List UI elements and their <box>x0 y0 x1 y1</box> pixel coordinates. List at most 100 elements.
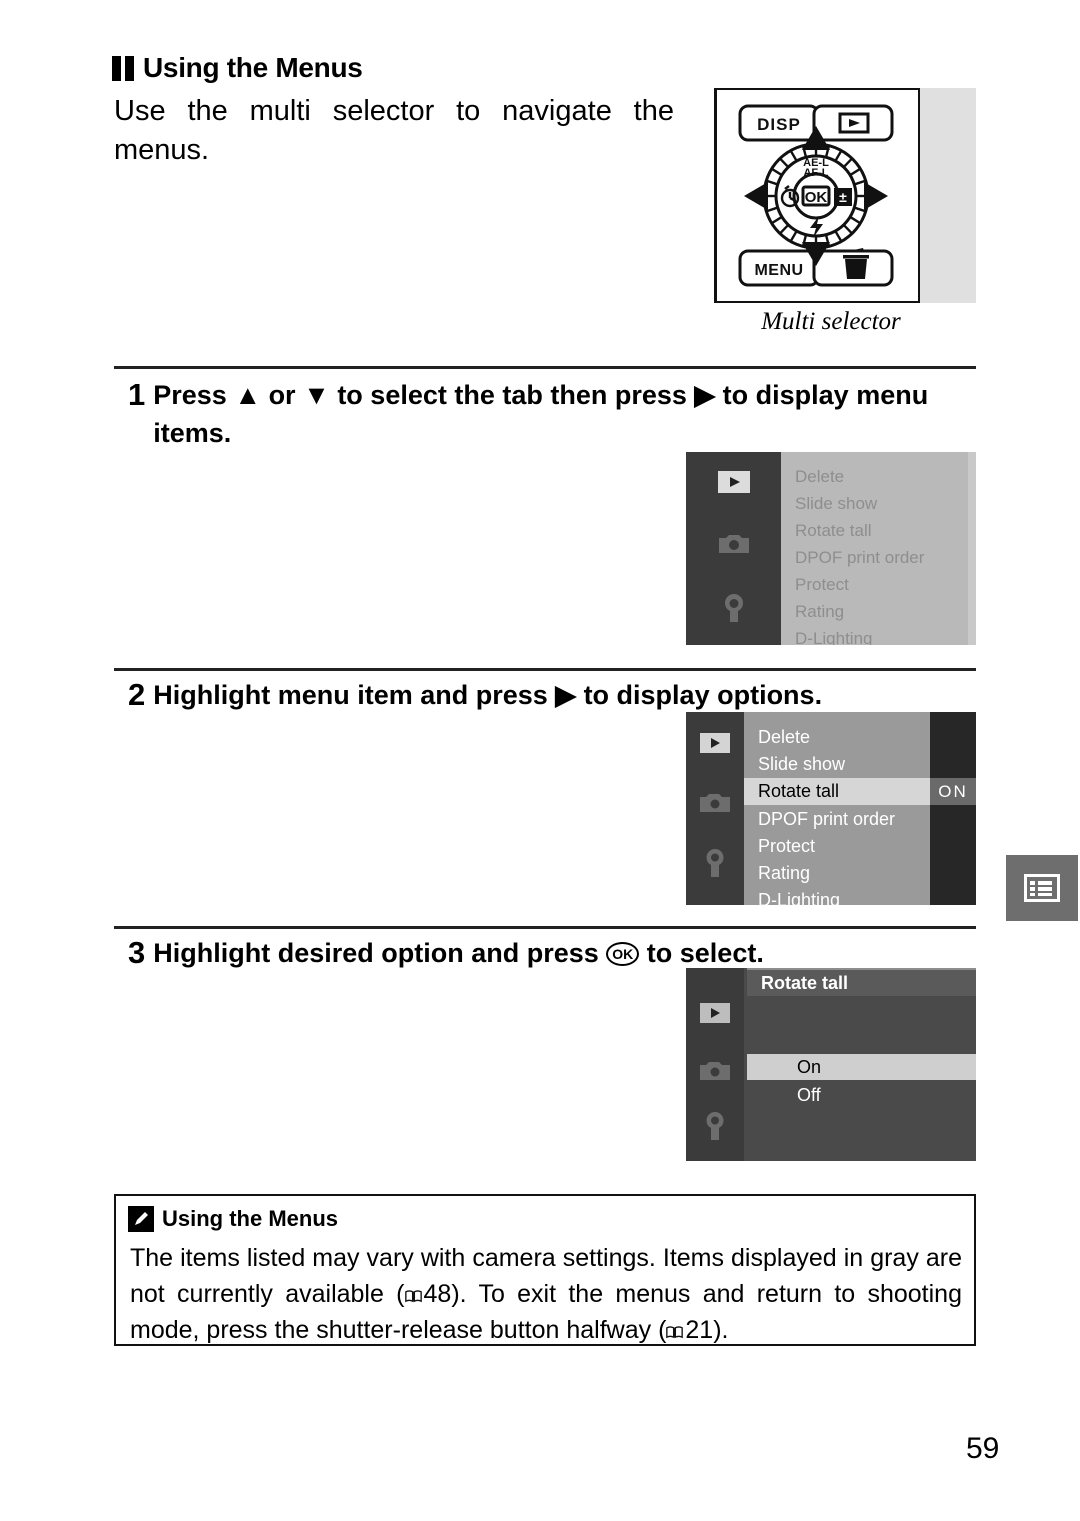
menu-screenshot-inactive: Delete Slide show Rotate tall DPOF print… <box>686 452 976 645</box>
menu-item-label: D-Lighting <box>795 629 873 645</box>
menu-item-label: Slide show <box>795 494 878 513</box>
menu-button-label: MENU <box>754 262 803 279</box>
menu-item: Protect <box>781 572 976 598</box>
menu-item: D-Lighting <box>781 626 976 645</box>
step-1-text-c: to select the tab then press <box>329 380 695 410</box>
menu-item-label: Protect <box>758 835 816 856</box>
menu-item: Delete <box>781 464 976 490</box>
af-l-label: AF-L <box>803 167 828 179</box>
ok-button-glyph: OK <box>606 942 640 966</box>
side-tab-menu-marker <box>1004 853 1080 923</box>
step-1-text-a: Press <box>153 380 235 410</box>
step-3-text-b: to select. <box>639 938 764 968</box>
menu-value-column <box>930 712 976 905</box>
step-1: 1 Press ▲ or ▼ to select the tab then pr… <box>128 376 980 452</box>
menu-item-label: DPOF print order <box>758 808 896 829</box>
multi-selector-diagram: DISP MENU OK AE-L AF-L ± <box>738 104 894 287</box>
menu-item: D-Lighting <box>744 887 930 906</box>
menu-list-icon <box>1024 874 1060 902</box>
menu-items-area: Delete Slide show Rotate tall DPOF print… <box>744 712 930 905</box>
book-reference-icon <box>666 1326 684 1339</box>
option-item: Off <box>747 1082 976 1108</box>
playback-icon <box>699 732 731 754</box>
menu-item: Rating <box>744 860 930 886</box>
menu-item: Rating <box>781 599 976 625</box>
divider-3 <box>114 926 976 929</box>
svg-text:±: ± <box>839 189 847 205</box>
intro-paragraph: Use the multi selector to navigate the m… <box>114 95 674 166</box>
menu-item-label: Delete <box>795 467 845 486</box>
disp-button-label: DISP <box>757 115 801 134</box>
menu-item-label: D-Lighting <box>758 889 841 906</box>
note-page-ref-1: 48 <box>423 1280 452 1308</box>
step-3: 3 Highlight desired option and press OK … <box>128 934 980 972</box>
pencil-icon <box>128 1206 154 1232</box>
menu-item-label: Rating <box>758 862 811 883</box>
up-arrow-glyph: ▲ <box>234 380 262 410</box>
camera-icon <box>717 532 751 556</box>
wrench-icon <box>702 1110 728 1142</box>
step-1-text-b: or <box>261 380 304 410</box>
ok-button-label: OK <box>805 189 828 206</box>
note-box: Using the Menus The items listed may var… <box>114 1194 976 1346</box>
wrench-icon <box>720 592 748 624</box>
options-title: Rotate tall <box>761 972 849 993</box>
note-text-part-3: ). <box>713 1316 729 1344</box>
menu-item: DPOF print order <box>781 545 976 571</box>
menu-item-label: Protect <box>795 575 849 594</box>
playback-icon <box>699 1002 731 1024</box>
menu-screenshot-active: Delete Slide show Rotate tall DPOF print… <box>686 712 976 905</box>
options-screenshot: Rotate tall On Off <box>686 968 976 1161</box>
figure-caption: Multi selector <box>761 308 901 335</box>
menu-item-label: Rating <box>795 602 845 621</box>
menu-item-label: Rotate tall <box>795 521 872 540</box>
option-item-selected: On <box>747 1054 976 1080</box>
menu-item: Delete <box>744 724 930 750</box>
right-arrow-icon <box>864 182 888 210</box>
menu-item: DPOF print order <box>744 806 930 832</box>
step-1-number: 1 <box>128 377 146 412</box>
menu-item: Slide show <box>781 491 976 517</box>
menu-items-area: Delete Slide show Rotate tall DPOF print… <box>781 452 976 645</box>
section-heading: Using the Menus <box>112 52 363 84</box>
option-label: On <box>797 1056 822 1077</box>
step-2-text: Highlight menu item and press ▶ to displ… <box>153 676 822 714</box>
playback-icon <box>717 470 751 494</box>
camera-icon <box>699 1060 731 1082</box>
two-bars-icon <box>112 55 134 81</box>
wrench-icon <box>702 847 728 879</box>
menu-sidebar <box>686 452 781 645</box>
menu-sidebar <box>686 712 744 905</box>
right-arrow-glyph: ▶ <box>555 680 577 710</box>
option-label: Off <box>797 1084 821 1105</box>
exposure-compensation-icon: ± <box>834 188 852 206</box>
step-3-text: Highlight desired option and press OK to… <box>153 934 764 972</box>
page-number: 59 <box>966 1432 1000 1465</box>
note-header: Using the Menus <box>128 1206 338 1232</box>
step-2-text-a: Highlight menu item and press <box>153 680 556 710</box>
menu-sidebar <box>686 968 744 1161</box>
step-3-number: 3 <box>128 935 146 970</box>
step-2-text-b: to display options. <box>576 680 823 710</box>
step-2-number: 2 <box>128 677 146 712</box>
menu-item: Protect <box>744 833 930 859</box>
menu-item-selected: Rotate tall <box>744 778 930 805</box>
step-3-text-a: Highlight desired option and press <box>153 938 607 968</box>
right-arrow-glyph: ▶ <box>694 380 716 410</box>
note-page-ref-2: 21 <box>685 1316 714 1344</box>
menu-item-label: Delete <box>758 726 811 747</box>
note-text: The items listed may vary with camera se… <box>130 1240 962 1348</box>
menu-item-label: Slide show <box>758 753 846 774</box>
book-reference-icon <box>404 1290 422 1303</box>
menu-item-label: DPOF print order <box>795 548 925 567</box>
multi-selector-figure: DISP MENU OK AE-L AF-L ± <box>686 88 976 303</box>
options-title-bar: Rotate tall <box>747 970 976 996</box>
menu-right-edge <box>968 452 976 645</box>
note-title: Using the Menus <box>162 1206 339 1231</box>
divider-2 <box>114 668 976 671</box>
menu-value-badge: ON <box>930 778 976 805</box>
manual-page: Using the Menus Use the multi selector t… <box>0 0 1080 1521</box>
menu-item: Rotate tall <box>781 518 976 544</box>
left-arrow-icon <box>744 182 768 210</box>
menu-item-label: Rotate tall <box>758 781 840 801</box>
